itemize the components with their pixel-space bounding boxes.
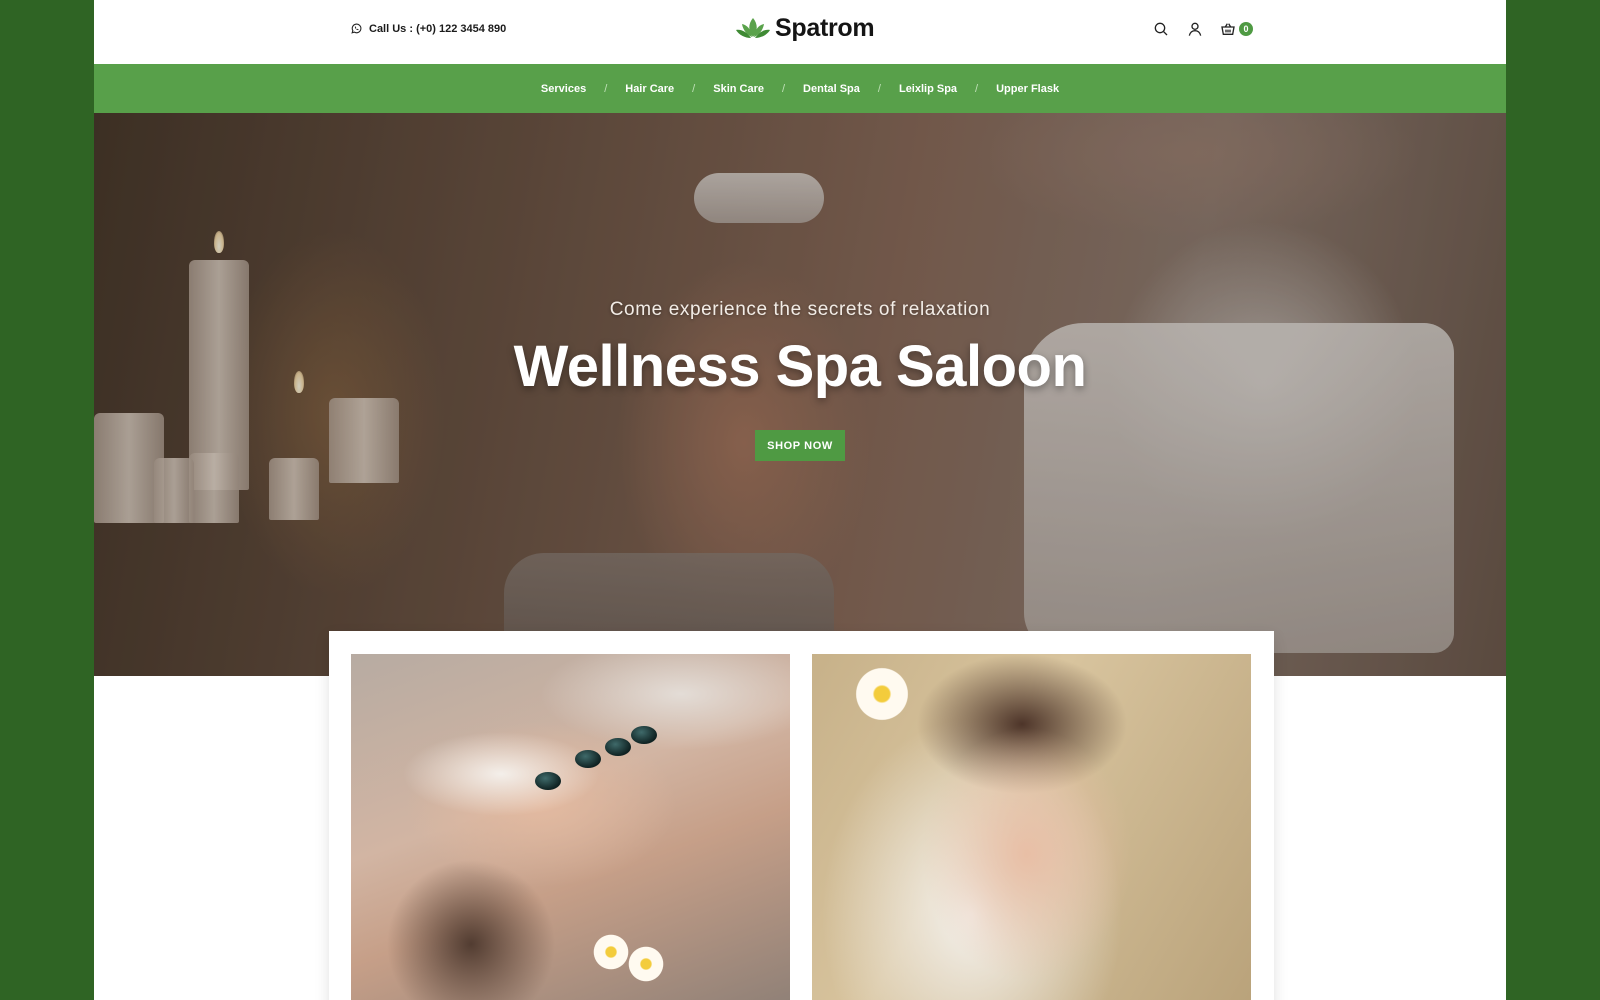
nav-item-leixlip-spa[interactable]: Leixlip Spa <box>899 83 957 95</box>
hero-banner: Come experience the secrets of relaxatio… <box>94 113 1506 676</box>
account-button[interactable] <box>1186 20 1204 38</box>
search-button[interactable] <box>1152 20 1170 38</box>
nav-item-upper-flask[interactable]: Upper Flask <box>996 83 1059 95</box>
cart-count-badge: 0 <box>1239 22 1253 36</box>
hero-photo-flame <box>214 231 224 253</box>
hot-stone <box>605 738 631 756</box>
hero-content: Come experience the secrets of relaxatio… <box>94 299 1506 461</box>
brand-name: Spatrom <box>775 14 875 42</box>
call-us[interactable]: Call Us : (+0) 122 3454 890 <box>350 22 506 35</box>
cart-button[interactable]: 0 <box>1220 21 1253 37</box>
search-icon <box>1154 22 1168 36</box>
nav-item-services[interactable]: Services <box>541 83 586 95</box>
hero-title: Wellness Spa Saloon <box>513 334 1087 399</box>
page: Call Us : (+0) 122 3454 890 Spatrom 0 Se… <box>94 0 1506 1000</box>
hero-photo-candle <box>269 458 319 520</box>
nav-separator: / <box>781 82 786 95</box>
nav-separator: / <box>692 82 696 95</box>
banner-cards <box>329 631 1274 1000</box>
whatsapp-icon <box>351 23 362 34</box>
call-us-label: Call Us : (+0) 122 3454 890 <box>369 22 507 35</box>
orchid-flower <box>591 932 631 972</box>
brand-logo[interactable]: Spatrom <box>735 14 875 43</box>
hot-stone <box>631 726 657 744</box>
hero-photo-towel <box>694 173 824 223</box>
nav-item-dental-spa[interactable]: Dental Spa <box>803 83 860 95</box>
nav-separator: / <box>877 82 881 95</box>
banner-card-facial[interactable] <box>812 654 1251 1000</box>
hero-subtitle: Come experience the secrets of relaxatio… <box>609 299 991 320</box>
cart-icon <box>1221 23 1235 35</box>
nav-item-skin-care[interactable]: Skin Care <box>713 83 764 95</box>
hero-photo-candle <box>189 453 239 523</box>
hero-photo-candle <box>154 458 194 523</box>
nav-item-hair-care[interactable]: Hair Care <box>625 83 674 95</box>
nav-separator: / <box>975 82 979 95</box>
nav-separator: / <box>604 82 608 95</box>
lotus-logo-icon <box>736 17 770 38</box>
orchid-flower <box>626 944 666 984</box>
user-icon <box>1188 22 1202 36</box>
shop-now-button[interactable]: SHOP NOW <box>755 430 845 461</box>
top-header: Call Us : (+0) 122 3454 890 Spatrom 0 <box>94 0 1506 64</box>
hot-stone <box>535 772 561 790</box>
frangipani-flower <box>852 664 912 724</box>
main-nav: Services / Hair Care / Skin Care / Dental S… <box>94 64 1506 113</box>
banner-card-hot-stone[interactable] <box>351 654 790 1000</box>
header-actions: 0 <box>1152 20 1253 38</box>
hot-stone <box>575 750 601 768</box>
